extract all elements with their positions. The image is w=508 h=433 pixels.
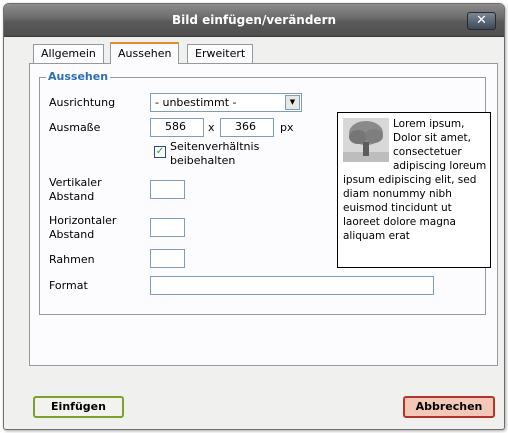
dimensions-unit: px bbox=[280, 121, 294, 134]
border-label: Rahmen bbox=[49, 253, 95, 266]
constrain-label-line2: beibehalten bbox=[170, 154, 236, 167]
alignment-value: - unbestimmt - bbox=[155, 96, 237, 109]
preview-box: Lorem ipsum, Dolor sit amet, consectetue… bbox=[337, 112, 491, 268]
tab-aussehen[interactable]: Aussehen bbox=[110, 42, 180, 64]
tab-panel: Aussehen Ausrichtung - unbestimmt - ▼ Au… bbox=[29, 63, 498, 366]
title-bar[interactable]: Bild einfügen/verändern ✕ bbox=[4, 4, 504, 37]
dialog-window: Bild einfügen/verändern ✕ Allgemein Auss… bbox=[3, 3, 505, 430]
dimensions-label: Ausmaße bbox=[49, 121, 101, 134]
appearance-fieldset: Aussehen Ausrichtung - unbestimmt - ▼ Au… bbox=[39, 70, 491, 315]
vspace-label-line1: Vertikaler bbox=[49, 176, 102, 189]
height-input[interactable]: 366 bbox=[220, 118, 274, 137]
border-input[interactable] bbox=[150, 249, 185, 268]
dialog-title: Bild einfügen/verändern bbox=[171, 13, 337, 27]
vspace-label-line2: Abstand bbox=[49, 190, 95, 203]
alignment-select[interactable]: - unbestimmt - ▼ bbox=[150, 93, 302, 112]
style-input[interactable] bbox=[150, 276, 434, 295]
width-input[interactable]: 586 bbox=[150, 118, 204, 137]
tab-allgemein[interactable]: Allgemein bbox=[33, 44, 104, 63]
tab-erweitert[interactable]: Erweitert bbox=[187, 44, 254, 63]
hspace-input[interactable] bbox=[150, 218, 185, 237]
constrain-proportions-checkbox[interactable]: ✓ bbox=[154, 146, 166, 158]
hspace-label-line1: Horizontaler bbox=[49, 214, 117, 227]
vspace-input[interactable] bbox=[150, 180, 185, 199]
hspace-label-line2: Abstand bbox=[49, 228, 95, 241]
dimensions-separator: x bbox=[208, 121, 215, 134]
preview-content: Lorem ipsum, Dolor sit amet, consectetue… bbox=[343, 117, 489, 243]
close-button[interactable]: ✕ bbox=[467, 12, 496, 30]
alignment-label: Ausrichtung bbox=[49, 96, 116, 109]
insert-button[interactable]: Einfügen bbox=[33, 396, 124, 418]
style-label: Format bbox=[49, 279, 88, 292]
constrain-label-line1: Seitenverhältnis bbox=[170, 140, 260, 153]
chevron-down-icon[interactable]: ▼ bbox=[285, 95, 300, 110]
fieldset-legend: Aussehen bbox=[46, 70, 111, 83]
tree-image-icon bbox=[343, 118, 389, 162]
cancel-button[interactable]: Abbrechen bbox=[403, 396, 495, 418]
